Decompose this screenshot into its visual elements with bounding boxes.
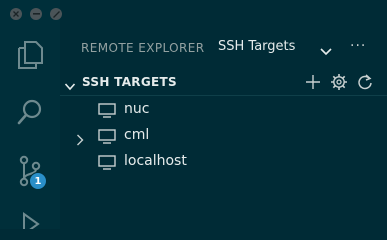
fullscreen-icon[interactable] [50,8,62,20]
chevron-right-icon[interactable] [76,131,84,150]
minimize-icon[interactable] [30,8,42,20]
vscode-window: 1 REMOTE EXPLORER SSH Targets ··· SSH TA… [0,0,387,229]
search-icon[interactable] [0,98,60,128]
target-label: nuc [124,101,150,117]
monitor-icon [98,129,116,148]
gear-icon[interactable] [330,73,348,95]
remote-explorer-sidebar: REMOTE EXPLORER SSH Targets ··· SSH TARG… [60,0,387,229]
target-row-nuc[interactable]: nuc [60,97,387,123]
close-icon[interactable] [10,8,22,20]
chevron-down-icon[interactable] [64,77,76,96]
monitor-icon [98,103,116,122]
section-actions [305,73,373,95]
ssh-targets-section-header[interactable]: SSH TARGETS [60,72,387,94]
add-icon[interactable] [305,74,321,94]
ssh-targets-tree: nuc cml localhost [60,97,387,175]
sidebar-title: REMOTE EXPLORER [81,41,205,55]
files-icon[interactable] [0,40,60,70]
target-label: cml [124,127,150,143]
more-actions-button[interactable]: ··· [350,38,366,54]
target-label: localhost [124,153,187,169]
refresh-icon[interactable] [357,73,373,95]
target-row-cml[interactable]: cml [60,123,387,149]
chevron-down-icon[interactable] [319,42,333,61]
section-divider [60,95,387,96]
target-row-localhost[interactable]: localhost [60,149,387,175]
section-title: SSH TARGETS [82,75,177,89]
view-select[interactable]: SSH Targets [218,39,295,54]
sidebar-header: REMOTE EXPLORER SSH Targets ··· [60,38,387,60]
run-debug-icon[interactable] [0,212,60,229]
activity-bar: 1 [0,0,60,229]
monitor-icon [98,155,116,174]
window-controls [10,8,62,20]
source-control-badge: 1 [29,172,47,190]
